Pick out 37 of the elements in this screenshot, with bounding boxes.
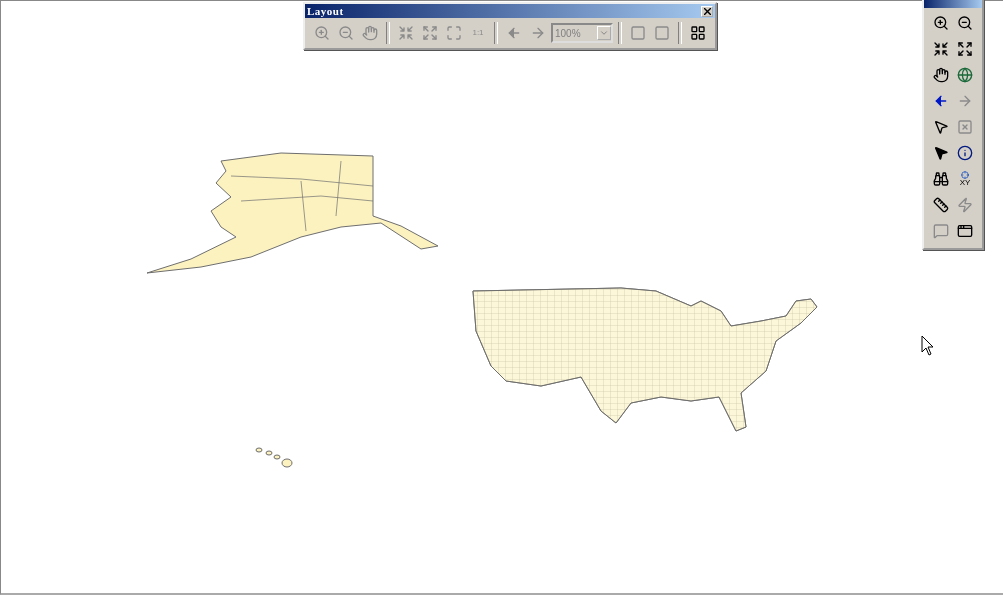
hawaii-map-drawing	[255, 447, 293, 468]
square-x-icon	[957, 119, 973, 135]
zoom-out-icon	[338, 25, 354, 41]
info-icon	[957, 145, 973, 161]
close-button[interactable]	[701, 5, 713, 17]
expand-icon	[957, 41, 973, 57]
shrink-icon	[933, 41, 949, 57]
hand-icon	[933, 67, 949, 83]
binoculars-icon	[933, 171, 949, 187]
close-icon	[703, 7, 711, 15]
zoom-in-icon	[933, 15, 949, 31]
expand-icon	[422, 25, 438, 41]
go-to-xy-button[interactable]: XY	[954, 168, 976, 190]
toolbar-title: Layout	[307, 5, 344, 17]
crosshair-icon	[961, 171, 969, 179]
ruler-icon	[933, 197, 949, 213]
message-icon	[933, 223, 949, 239]
zoom-select[interactable]: 100%	[551, 23, 613, 43]
pointer-icon	[933, 145, 949, 161]
window-icon	[957, 223, 973, 239]
cursor-icon	[921, 335, 934, 356]
arrow-left-icon	[506, 25, 522, 41]
square-icon	[630, 25, 646, 41]
shrink-icon	[398, 25, 414, 41]
layout-icon	[690, 25, 706, 41]
globe-icon	[957, 67, 973, 83]
pointer-icon	[933, 119, 949, 135]
frame-icon	[446, 25, 462, 41]
hand-icon	[362, 25, 378, 41]
square-icon	[654, 25, 670, 41]
lightning-icon	[957, 197, 973, 213]
zoom-out-icon	[957, 15, 973, 31]
dropdown-button[interactable]	[597, 26, 611, 40]
zoom-in-icon	[314, 25, 330, 41]
arrow-left-icon	[933, 93, 949, 109]
chevron-down-icon	[599, 28, 609, 38]
zoom-value: 100%	[555, 27, 581, 39]
